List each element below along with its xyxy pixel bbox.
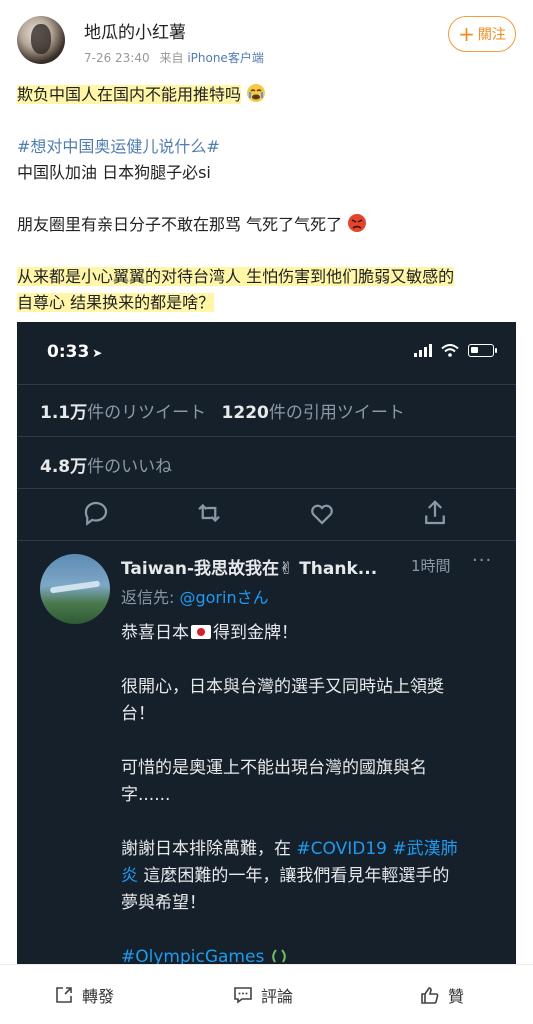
- comment-icon: [234, 987, 252, 1004]
- divider: [17, 436, 516, 437]
- more-icon[interactable]: ···: [472, 550, 492, 571]
- repost-button[interactable]: 轉發: [54, 983, 114, 1007]
- reply-text: 謝謝日本排除萬難，在: [121, 839, 297, 859]
- reply-line: #OlympicGames: [121, 944, 288, 964]
- like-button[interactable]: 贊: [420, 983, 464, 1007]
- reply-avatar[interactable]: [40, 554, 110, 624]
- reply-time: 1時間: [411, 557, 451, 575]
- device-source[interactable]: iPhone客户端: [187, 51, 264, 65]
- post-line: 中国队加油 日本狗腿子必si: [17, 163, 211, 182]
- reply-to-prefix: 返信先:: [121, 588, 180, 607]
- reply-line: 夢與希望！: [121, 893, 206, 913]
- reply-line: 謝謝日本排除萬難，在 #COVID19 #武漢肺: [121, 836, 458, 863]
- battery-icon: [468, 344, 497, 357]
- location-arrow-icon: ➤: [92, 346, 103, 360]
- divider: [17, 488, 516, 489]
- follow-button[interactable]: + 關注: [448, 16, 516, 52]
- post-line-text: 朋友圈里有亲日分子不敢在那骂 气死了气死了: [17, 215, 343, 234]
- reply-line: 可惜的是奧運上不能出現台灣的國旗與名: [121, 758, 427, 778]
- tweet-actions: [17, 498, 516, 538]
- status-bar-icons: [414, 344, 497, 357]
- bottom-toolbar: 轉發 評論 贊: [0, 964, 533, 1024]
- like-count: 4.8万: [40, 457, 88, 477]
- hashtag-link[interactable]: #OlympicGames: [121, 947, 264, 964]
- reply-text: 這麼困難的一年，讓我們看見年輕選手的: [138, 866, 450, 886]
- repost-icon: [56, 987, 72, 1003]
- heart-icon[interactable]: [307, 498, 337, 528]
- quote-label: 件の引用ツイート: [268, 403, 405, 423]
- retweet-count: 1.1万: [40, 403, 88, 423]
- thumbs-up-icon: [421, 987, 439, 1004]
- post-line: 自尊心 结果换来的都是啥？: [17, 290, 215, 316]
- crying-face-icon: [247, 84, 266, 102]
- post-line: 朋友圈里有亲日分子不敢在那骂 气死了气死了: [17, 212, 367, 238]
- reply-author-name[interactable]: Taiwan-我思故我在✌ Thank...: [121, 554, 377, 579]
- olympic-wreath-icon: [271, 949, 286, 963]
- like-label: 件のいいね: [87, 457, 173, 477]
- post-line-text: 欺负中国人在国内不能用推特吗: [17, 85, 242, 104]
- mention-link[interactable]: @gorinさん: [179, 588, 268, 607]
- topic-hashtag[interactable]: #想对中国奥运健儿说什么#: [17, 134, 220, 160]
- post-line-text: 从来都是小心翼翼的对待台湾人 生怕伤害到他们脆弱又敏感的: [17, 267, 455, 286]
- post-meta: 7-26 23:40 来自 iPhone客户端: [84, 49, 264, 66]
- status-bar-time: 0:33 ➤: [47, 342, 102, 362]
- post-header: 地瓜的小红薯 7-26 23:40 来自 iPhone客户端 + 關注: [0, 0, 533, 70]
- hashtag-link[interactable]: #武漢肺: [392, 839, 457, 859]
- japan-flag-icon: [191, 625, 211, 639]
- retweet-label: 件のリツイート: [87, 403, 207, 423]
- plus-icon: +: [458, 22, 475, 46]
- retweet-stats[interactable]: 1.1万件のリツイート 1220件の引用ツイート: [40, 398, 405, 423]
- repost-label: 轉發: [82, 987, 115, 1006]
- divider: [17, 540, 516, 541]
- reply-icon[interactable]: [81, 498, 111, 528]
- source-prefix: 来自: [159, 51, 184, 65]
- post-line: 欺负中国人在国内不能用推特吗: [17, 82, 266, 108]
- share-icon[interactable]: [420, 498, 450, 528]
- wifi-icon: [441, 344, 459, 357]
- comment-button[interactable]: 評論: [233, 983, 293, 1007]
- reply-line: 很開心，日本與台灣的選手又同時站上領獎: [121, 677, 444, 697]
- reply-line: 炎 這麼困難的一年，讓我們看見年輕選手的: [121, 863, 449, 890]
- reply-text: 得到金牌！: [213, 623, 298, 643]
- angry-face-icon: [348, 214, 367, 232]
- status-time-text: 0:33: [47, 342, 90, 362]
- post-line-text: 自尊心 结果换来的都是啥？: [17, 293, 215, 312]
- like-stats[interactable]: 4.8万件のいいね: [40, 452, 172, 477]
- comment-label: 評論: [261, 987, 294, 1006]
- reply-line: 字......: [121, 785, 171, 805]
- like-label: 贊: [448, 987, 465, 1006]
- username[interactable]: 地瓜的小红薯: [84, 18, 186, 43]
- divider: [17, 384, 516, 385]
- hashtag-link[interactable]: #COVID19: [296, 839, 387, 859]
- embedded-screenshot[interactable]: 0:33 ➤ 1.1万件のリツイート 1220件の引用ツイート 4.8万件のいいね: [17, 322, 516, 964]
- reply-line: 台！: [121, 704, 155, 724]
- quote-count: 1220: [221, 403, 269, 423]
- reply-text: 恭喜日本: [121, 623, 189, 643]
- avatar[interactable]: [17, 16, 65, 64]
- reply-to: 返信先: @gorinさん: [121, 584, 269, 608]
- retweet-icon[interactable]: [194, 498, 224, 528]
- signal-icon: [414, 344, 432, 357]
- hashtag-link[interactable]: 炎: [121, 866, 138, 886]
- timestamp: 7-26 23:40: [84, 51, 150, 65]
- follow-label: 關注: [477, 27, 506, 43]
- reply-line: 恭喜日本 得到金牌！: [121, 620, 298, 647]
- post-line: 从来都是小心翼翼的对待台湾人 生怕伤害到他们脆弱又敏感的: [17, 264, 455, 290]
